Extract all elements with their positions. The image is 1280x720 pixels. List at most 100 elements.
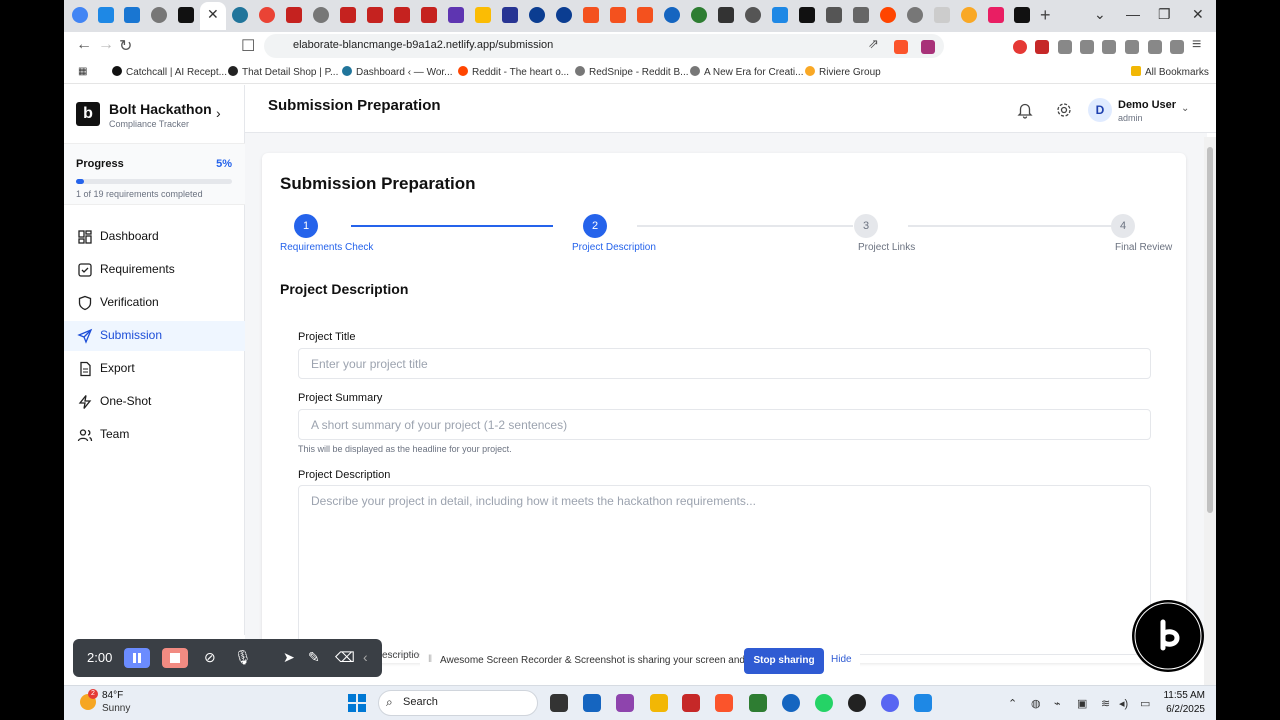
- tab-favicon[interactable]: [259, 7, 275, 23]
- bookmark-item[interactable]: A New Era for Creati...: [690, 66, 803, 78]
- step-4-circle[interactable]: 4: [1111, 214, 1135, 238]
- scrollbar-thumb[interactable]: [1207, 147, 1213, 513]
- tab-favicon[interactable]: [853, 7, 869, 23]
- tab-favicon[interactable]: [907, 7, 923, 23]
- leo-icon[interactable]: [1148, 40, 1162, 54]
- taskbar-search[interactable]: [378, 690, 538, 716]
- brave-icon[interactable]: [715, 694, 733, 712]
- extensions-puzzle-icon[interactable]: [1058, 40, 1072, 54]
- discord-icon[interactable]: [881, 694, 899, 712]
- tab-favicon[interactable]: [583, 7, 599, 23]
- tab-favicon[interactable]: [448, 7, 464, 23]
- tab-favicon[interactable]: [313, 7, 329, 23]
- sidebar-item-team[interactable]: Team: [64, 420, 245, 450]
- bookmark-item[interactable]: That Detail Shop | P...: [228, 66, 338, 78]
- mcafee-icon[interactable]: [682, 694, 700, 712]
- sidebar-item-requirements[interactable]: Requirements: [64, 255, 245, 285]
- step-4-label[interactable]: Final Review: [1115, 242, 1172, 253]
- tab-favicon[interactable]: [772, 7, 788, 23]
- bolt-badge[interactable]: [1132, 600, 1204, 672]
- extension-icon[interactable]: [1035, 40, 1049, 54]
- collapse-icon[interactable]: ‹: [363, 649, 368, 665]
- zoom-icon[interactable]: [782, 694, 800, 712]
- tab-favicon[interactable]: [367, 7, 383, 23]
- sidebar-item-one-shot[interactable]: One-Shot: [64, 387, 245, 417]
- tab-favicon[interactable]: [745, 7, 761, 23]
- sidebar-item-submission[interactable]: Submission: [64, 321, 245, 351]
- download-icon[interactable]: [1080, 40, 1094, 54]
- close-icon[interactable]: ✕: [207, 6, 219, 23]
- all-bookmarks[interactable]: All Bookmarks: [1131, 66, 1209, 78]
- window-close-icon[interactable]: ✕: [1192, 6, 1204, 23]
- bookmark-item[interactable]: Reddit - The heart o...: [458, 66, 569, 78]
- share-icon[interactable]: ⇗: [868, 36, 879, 52]
- windows-start-icon[interactable]: [348, 694, 366, 712]
- tab-favicon[interactable]: [934, 7, 950, 23]
- brave-rewards-icon[interactable]: [921, 40, 935, 54]
- tab-favicon[interactable]: [664, 7, 680, 23]
- camera-off-icon[interactable]: ⊘: [204, 649, 216, 666]
- gear-icon[interactable]: [1055, 101, 1073, 119]
- sidebar-icon[interactable]: [1102, 40, 1116, 54]
- avatar[interactable]: D: [1088, 98, 1112, 122]
- tray-chevron-icon[interactable]: ⌃: [1008, 697, 1017, 710]
- tab-favicon[interactable]: [502, 7, 518, 23]
- project-title-field[interactable]: [298, 348, 1151, 379]
- weather-description[interactable]: Sunny: [102, 703, 130, 714]
- sidebar-item-dashboard[interactable]: Dashboard: [64, 222, 245, 252]
- store-icon[interactable]: [583, 694, 601, 712]
- chatgpt-icon[interactable]: [848, 694, 866, 712]
- tab-favicon[interactable]: [98, 7, 114, 23]
- notepad-icon[interactable]: [914, 694, 932, 712]
- bookmark-icon[interactable]: ☐: [241, 36, 255, 56]
- menu-icon[interactable]: ≡: [1192, 36, 1201, 54]
- file-explorer-icon[interactable]: [650, 694, 668, 712]
- tab-favicon[interactable]: [475, 7, 491, 23]
- chevron-down-icon[interactable]: ⌄: [1181, 103, 1189, 114]
- wifi-icon[interactable]: ≋: [1101, 697, 1110, 710]
- tab-favicon[interactable]: [340, 7, 356, 23]
- stop-sharing-button[interactable]: Stop sharing: [744, 648, 824, 674]
- copilot-icon[interactable]: [616, 694, 634, 712]
- bookmark-item[interactable]: Dashboard ‹ — Wor...: [342, 66, 453, 78]
- tab-favicon[interactable]: [1014, 7, 1030, 23]
- project-description-field[interactable]: [298, 485, 1151, 655]
- minimize-icon[interactable]: —: [1126, 6, 1140, 22]
- volume-icon[interactable]: ◂): [1119, 697, 1128, 710]
- tab-favicon[interactable]: [610, 7, 626, 23]
- tab-favicon[interactable]: [232, 7, 248, 23]
- forward-icon[interactable]: →: [98, 36, 114, 54]
- new-tab-button[interactable]: +: [1040, 5, 1051, 26]
- tab-favicon[interactable]: [394, 7, 410, 23]
- project-summary-input[interactable]: [299, 410, 1150, 439]
- tab-favicon[interactable]: [124, 7, 140, 23]
- tab-favicon[interactable]: [691, 7, 707, 23]
- hide-button[interactable]: Hide: [831, 654, 852, 665]
- user-name[interactable]: Demo User: [1118, 99, 1176, 111]
- back-icon[interactable]: ←: [76, 36, 92, 54]
- tab-favicon[interactable]: [961, 7, 977, 23]
- tab-list-chevron-icon[interactable]: ⌄: [1094, 6, 1106, 23]
- stop-button[interactable]: [162, 648, 188, 668]
- tab-favicon[interactable]: [880, 7, 896, 23]
- sidebar-item-verification[interactable]: Verification: [64, 288, 245, 318]
- step-1-label[interactable]: Requirements Check: [280, 242, 373, 253]
- step-2-circle[interactable]: 2: [583, 214, 607, 238]
- microphone-icon[interactable]: 🎙: [234, 649, 252, 666]
- step-1-circle[interactable]: 1: [294, 214, 318, 238]
- tab-favicon[interactable]: [718, 7, 734, 23]
- task-view-icon[interactable]: [550, 694, 568, 712]
- tray-app-icon[interactable]: ▣: [1077, 697, 1087, 710]
- project-title-input[interactable]: [299, 349, 1150, 378]
- tab-favicon[interactable]: [286, 7, 302, 23]
- tab-favicon[interactable]: [178, 7, 194, 23]
- tab-favicon[interactable]: [529, 7, 545, 23]
- pause-button[interactable]: [124, 648, 150, 668]
- tab-favicon[interactable]: [151, 7, 167, 23]
- project-description-textarea[interactable]: [299, 486, 1150, 654]
- url-text[interactable]: elaborate-blancmange-b9a1a2.netlify.app/…: [293, 39, 553, 51]
- tab-favicon[interactable]: [799, 7, 815, 23]
- step-2-label[interactable]: Project Description: [572, 242, 656, 253]
- pen-icon[interactable]: ✎: [308, 649, 320, 666]
- bookmark-item[interactable]: RedSnipe - Reddit B...: [575, 66, 689, 78]
